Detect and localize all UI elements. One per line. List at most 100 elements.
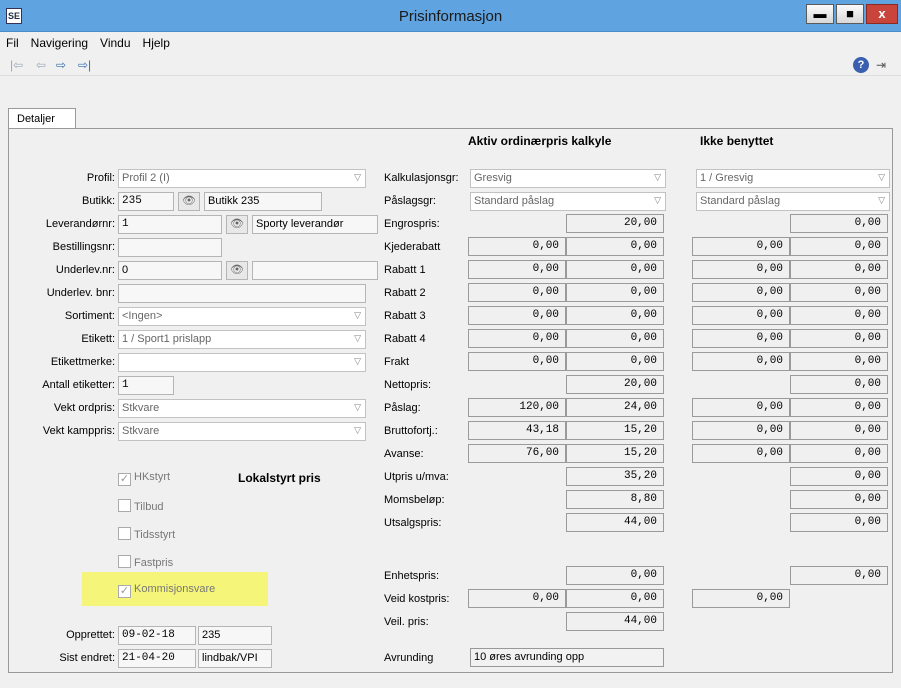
avrunding-field[interactable]: 10 øres avrunding opp [470,648,664,667]
unused-veid-kostpris[interactable]: 0,00 [692,589,790,608]
calc-cell-a[interactable]: 0,00 [468,329,566,348]
vekt-ordpris-select[interactable]: Stkvare ▽ [118,399,366,418]
calc-cell-b[interactable]: 0,00 [566,306,664,325]
calc-cell-a[interactable]: 120,00 [468,398,566,417]
calc-cell-d[interactable]: 0,00 [790,444,888,463]
calc-cell-d[interactable]: 0,00 [790,306,888,325]
butikk-navn-field: Butikk 235 [204,192,322,211]
leverandor-nr-field[interactable]: 1 [118,215,222,234]
enhetspris-value[interactable]: 0,00 [566,566,664,585]
etikett-label: Etikett: [81,333,115,345]
minimize-button[interactable]: ▬ [806,4,834,24]
calc-cell-b[interactable]: 15,20 [566,421,664,440]
calc-cell-d[interactable]: 0,00 [790,490,888,509]
calc-cell-c[interactable]: 0,00 [692,444,790,463]
tidsstyrt-checkbox[interactable]: Tidsstyrt [118,527,175,541]
etikettmerke-select[interactable]: ▽ [118,353,366,372]
vekt-kamppris-label: Vekt kamppris: [42,425,115,437]
unused-paslagsgr-select[interactable]: Standard påslag ▽ [696,192,890,211]
underlev-nr-field[interactable]: 0 [118,261,222,280]
exit-icon[interactable]: ⇥ [876,58,886,72]
calc-cell-b[interactable]: 20,00 [566,214,664,233]
calc-cell-a[interactable]: 0,00 [468,306,566,325]
underlev-bnr-field[interactable] [118,284,366,303]
tilbud-checkbox[interactable]: Tilbud [118,499,164,513]
calc-cell-c[interactable]: 0,00 [692,352,790,371]
calc-cell-b[interactable]: 0,00 [566,352,664,371]
calc-cell-a[interactable]: 76,00 [468,444,566,463]
calc-cell-a[interactable]: 43,18 [468,421,566,440]
calc-row-label: Rabatt 4 [384,333,426,345]
calc-cell-b[interactable]: 35,20 [566,467,664,486]
calc-row-label: Avanse: [384,448,424,460]
veil-pris-value[interactable]: 44,00 [566,612,664,631]
calc-cell-b[interactable]: 0,00 [566,260,664,279]
menu-navigering[interactable]: Navigering [25,32,94,50]
kalkulasjonsgr-select[interactable]: Gresvig ▽ [470,169,666,188]
calc-cell-b[interactable]: 0,00 [566,237,664,256]
binoculars-icon[interactable]: 👁 [226,215,248,234]
next-record-icon[interactable]: ⇨ [56,58,66,72]
calc-cell-d[interactable]: 0,00 [790,329,888,348]
hkstyrt-checkbox[interactable]: ✓ HKstyrt [118,471,170,486]
calc-cell-d[interactable]: 0,00 [790,237,888,256]
kalkulasjonsgr-label: Kalkulasjonsgr: [384,172,459,184]
calc-cell-b[interactable]: 8,80 [566,490,664,509]
calc-cell-d[interactable]: 0,00 [790,467,888,486]
calc-cell-a[interactable]: 0,00 [468,260,566,279]
calc-cell-b[interactable]: 20,00 [566,375,664,394]
calc-cell-c[interactable]: 0,00 [692,260,790,279]
binoculars-icon[interactable]: 👁 [178,192,200,211]
etikett-select[interactable]: 1 / Sport1 prislapp ▽ [118,330,366,349]
fastpris-checkbox[interactable]: Fastpris [118,555,173,569]
calc-cell-b[interactable]: 24,00 [566,398,664,417]
calc-cell-d[interactable]: 0,00 [790,513,888,532]
calc-cell-b[interactable]: 0,00 [566,329,664,348]
vekt-kamppris-select[interactable]: Stkvare ▽ [118,422,366,441]
calc-cell-b[interactable]: 0,00 [566,283,664,302]
antall-etiketter-field[interactable]: 1 [118,376,174,395]
calc-cell-d[interactable]: 0,00 [790,421,888,440]
calc-cell-c[interactable]: 0,00 [692,283,790,302]
profil-select[interactable]: Profil 2 (I) ▽ [118,169,366,188]
last-record-icon[interactable]: ⇨| [78,58,91,72]
veid-kostpris-a[interactable]: 0,00 [468,589,566,608]
calc-cell-d[interactable]: 0,00 [790,352,888,371]
calc-cell-c[interactable]: 0,00 [692,306,790,325]
unused-header: Ikke benyttet [700,134,774,148]
maximize-button[interactable]: ■ [836,4,864,24]
butikk-nr-field[interactable]: 235 [118,192,174,211]
unused-kalkulasjonsgr-select[interactable]: 1 / Gresvig ▽ [696,169,890,188]
paslagsgr-select[interactable]: Standard påslag ▽ [470,192,666,211]
calc-cell-c[interactable]: 0,00 [692,329,790,348]
calc-cell-d[interactable]: 0,00 [790,283,888,302]
calc-cell-d[interactable]: 0,00 [790,375,888,394]
help-icon[interactable]: ? [853,57,869,73]
kommisjonsvare-checkbox[interactable]: ✓ Kommisjonsvare [118,583,215,598]
calc-cell-a[interactable]: 0,00 [468,237,566,256]
menu-vindu[interactable]: Vindu [94,32,136,50]
calc-cell-d[interactable]: 0,00 [790,260,888,279]
calc-cell-a[interactable]: 0,00 [468,283,566,302]
veid-kostpris-b[interactable]: 0,00 [566,589,664,608]
title-bar[interactable]: SE Prisinformasjon ▬ ■ x [0,0,901,32]
menu-hjelp[interactable]: Hjelp [137,32,176,50]
kalkulasjonsgr-value: Gresvig [474,172,512,184]
calc-cell-b[interactable]: 44,00 [566,513,664,532]
close-button[interactable]: x [866,4,898,24]
sortiment-select[interactable]: <Ingen> ▽ [118,307,366,326]
tab-detaljer[interactable]: Detaljer [8,108,76,130]
unused-enhetspris-value[interactable]: 0,00 [790,566,888,585]
bestillingsnr-field[interactable] [118,238,222,257]
calc-cell-c[interactable]: 0,00 [692,398,790,417]
binoculars-icon[interactable]: 👁 [226,261,248,280]
prev-record-icon[interactable]: ⇦ [36,58,46,72]
calc-cell-d[interactable]: 0,00 [790,398,888,417]
calc-cell-d[interactable]: 0,00 [790,214,888,233]
calc-cell-c[interactable]: 0,00 [692,421,790,440]
calc-cell-b[interactable]: 15,20 [566,444,664,463]
first-record-icon[interactable]: |⇦ [10,58,23,72]
calc-cell-a[interactable]: 0,00 [468,352,566,371]
calc-cell-c[interactable]: 0,00 [692,237,790,256]
menu-fil[interactable]: Fil [0,32,25,50]
